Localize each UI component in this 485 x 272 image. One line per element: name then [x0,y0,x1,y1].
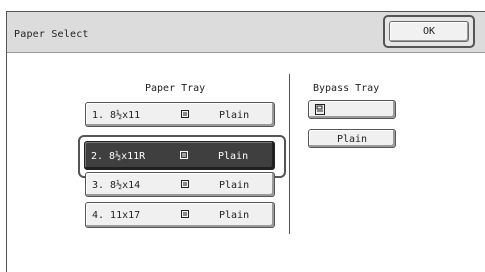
tray-4-type: Plain [219,210,250,221]
ok-button-frame: OK [383,15,475,48]
section-divider [289,74,290,234]
tray-3-type: Plain [219,180,250,191]
tray-4-button[interactable]: 4. 11x17 Plain [85,202,275,228]
tray-4-label: 4. 11x17 [92,210,141,221]
tray-1-button[interactable]: 1. 8½x11 Plain [85,102,275,127]
tray-1-label: 1. 8½x11 [92,110,141,121]
page-title: Paper Select [14,29,89,40]
tray-2-type: Plain [218,151,249,162]
paper-select-window: Paper Select OK Paper Tray Bypass Tray 1… [6,11,485,272]
paper-stack-icon [181,110,189,118]
paper-stack-icon [181,210,189,218]
tray-3-button[interactable]: 3. 8½x14 Plain [85,172,275,197]
tray-1-type: Plain [219,110,250,121]
bypass-tray-heading: Bypass Tray [313,83,380,94]
tray-3-label: 3. 8½x14 [92,180,141,191]
bypass-paper-icon [315,104,325,115]
paper-tray-heading: Paper Tray [145,83,206,94]
bypass-type-button[interactable]: Plain [308,129,396,148]
tray-2-label: 2. 8½x11R [91,151,146,162]
ok-button[interactable]: OK [389,21,469,42]
paper-stack-icon [181,180,189,188]
tray-2-button[interactable]: 2. 8½x11R Plain [84,141,275,170]
paper-stack-icon [180,151,188,159]
title-bar: Paper Select OK [7,12,485,53]
bypass-type-label: Plain [336,134,368,145]
bypass-size-button[interactable] [308,100,396,119]
